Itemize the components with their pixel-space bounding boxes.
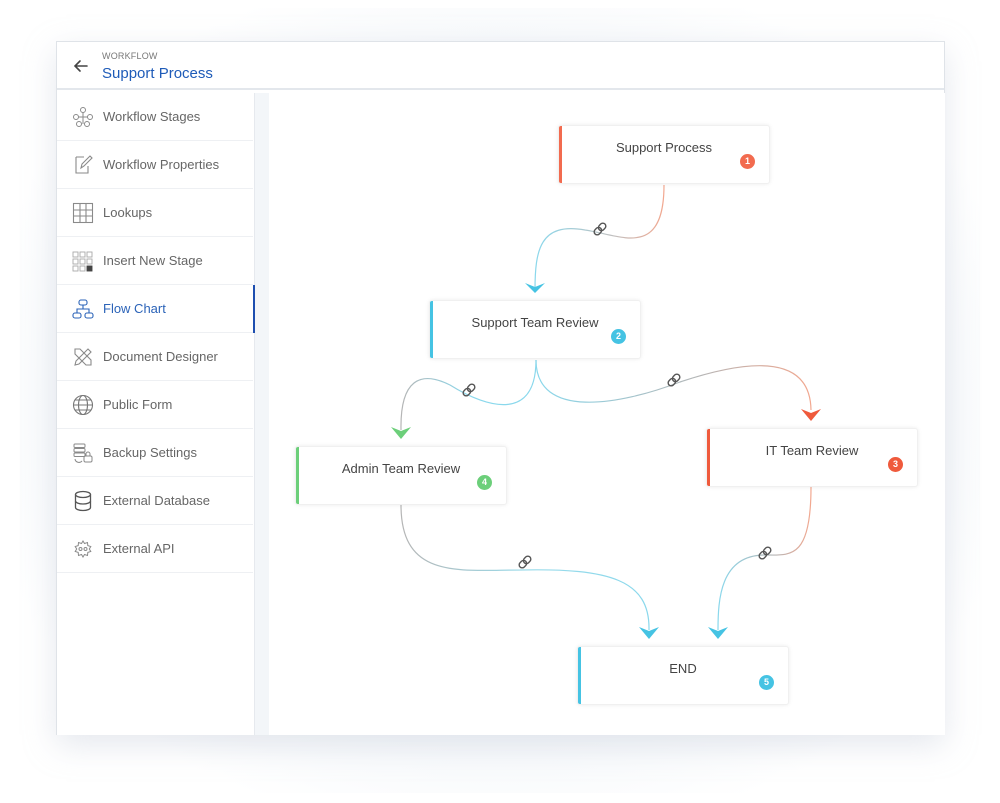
- database-icon: [72, 490, 94, 512]
- sidebar-item-label: Document Designer: [103, 349, 218, 364]
- node-badge: 2: [611, 329, 626, 344]
- node-badge: 4: [477, 475, 492, 490]
- backup-icon: [72, 442, 94, 464]
- globe-icon: [72, 394, 94, 416]
- grid-icon: [72, 202, 94, 224]
- flow-node-support-process[interactable]: Support Process 1: [558, 125, 770, 184]
- breadcrumb: WORKFLOW: [102, 51, 158, 61]
- gear-icon: [72, 538, 94, 560]
- sidebar-item-workflow-stages[interactable]: Workflow Stages: [57, 93, 253, 141]
- sidebar-item-external-api[interactable]: External API: [57, 525, 253, 573]
- node-label: Support Team Review: [471, 315, 599, 330]
- sidebar-item-label: Workflow Stages: [103, 109, 201, 124]
- sidebar-item-backup-settings[interactable]: Backup Settings: [57, 429, 253, 477]
- sidebar-item-label: Workflow Properties: [103, 157, 220, 172]
- insert-stage-icon: [72, 250, 94, 272]
- node-badge: 1: [740, 154, 755, 169]
- back-button[interactable]: [71, 56, 91, 76]
- sidebar-item-label: Flow Chart: [103, 301, 166, 316]
- node-label: IT Team Review: [765, 443, 859, 458]
- flow-node-support-team-review[interactable]: Support Team Review 2: [429, 300, 641, 359]
- sidebar-item-lookups[interactable]: Lookups: [57, 189, 253, 237]
- sidebar-item-insert-new-stage[interactable]: Insert New Stage: [57, 237, 253, 285]
- edit-document-icon: [72, 154, 94, 176]
- node-label: Support Process: [615, 140, 713, 155]
- sidebar-resize-gutter[interactable]: [255, 93, 269, 735]
- sidebar-item-label: Lookups: [103, 205, 153, 220]
- workflow-stages-icon: [72, 106, 94, 128]
- flow-chart-icon: [72, 298, 94, 320]
- sidebar-item-flow-chart[interactable]: Flow Chart: [57, 285, 257, 333]
- sidebar-item-label: External Database: [103, 493, 210, 508]
- flow-node-admin-team-review[interactable]: Admin Team Review 4: [295, 446, 507, 505]
- arrow-left-icon: [73, 60, 88, 72]
- flow-node-it-team-review[interactable]: IT Team Review 3: [706, 428, 918, 487]
- app-window: WORKFLOW Support Process Workflow Stages…: [56, 41, 945, 735]
- sidebar-item-workflow-properties[interactable]: Workflow Properties: [57, 141, 253, 189]
- sidebar-item-document-designer[interactable]: Document Designer: [57, 333, 253, 381]
- sidebar-item-label: External API: [103, 541, 175, 556]
- node-badge: 3: [888, 457, 903, 472]
- sidebar-item-label: Backup Settings: [103, 445, 197, 460]
- page-title: Support Process: [102, 65, 213, 82]
- sidebar: Workflow Stages Workflow Properties Look…: [57, 93, 257, 735]
- sidebar-item-label: Public Form: [103, 397, 173, 412]
- pencil-ruler-icon: [72, 346, 94, 368]
- node-label: Admin Team Review: [341, 461, 461, 476]
- header: WORKFLOW Support Process: [57, 42, 944, 90]
- sidebar-item-public-form[interactable]: Public Form: [57, 381, 253, 429]
- flow-node-end[interactable]: END 5: [577, 646, 789, 705]
- node-label: END: [669, 661, 697, 676]
- sidebar-item-label: Insert New Stage: [103, 253, 203, 268]
- sidebar-item-external-database[interactable]: External Database: [57, 477, 253, 525]
- node-badge: 5: [759, 675, 774, 690]
- flowchart-canvas: [269, 93, 945, 735]
